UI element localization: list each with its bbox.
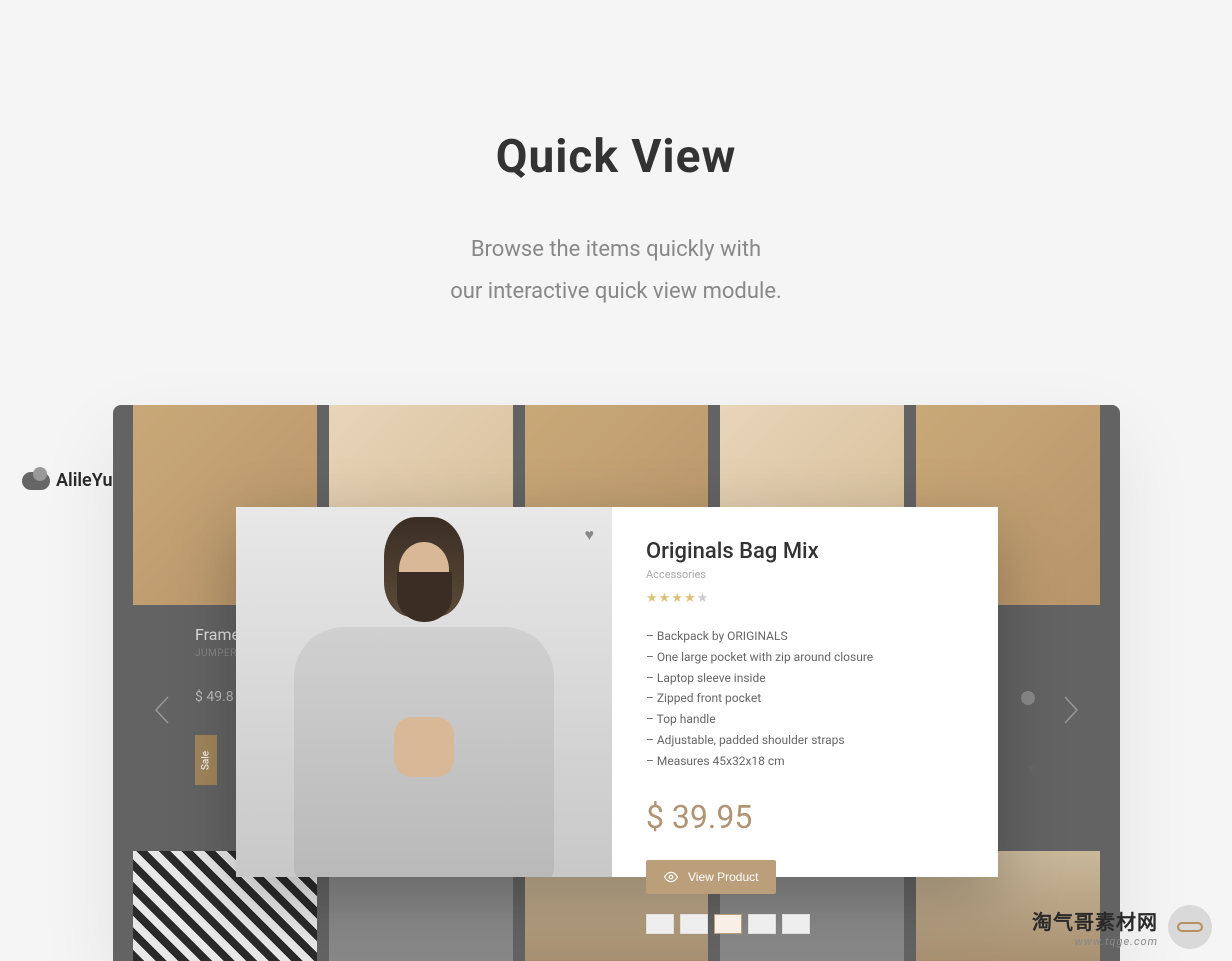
footer-url: www.tqge.com: [1032, 935, 1158, 948]
modal-details: Originals Bag Mix Accessories ★★★★★ – Ba…: [612, 507, 998, 877]
footer-brand: 淘气哥素材网: [1032, 906, 1158, 935]
modal-product-image: ♥: [236, 507, 612, 877]
feature-item: – Zipped front pocket: [646, 690, 964, 707]
feature-item: – Top handle: [646, 711, 964, 728]
thumbnail[interactable]: [680, 914, 708, 934]
sale-badge: Sale: [195, 735, 217, 785]
view-button-label: View Product: [688, 870, 758, 884]
quick-view-modal: ♥ Originals Bag Mix Accessories ★★★★★ – …: [236, 507, 998, 877]
thumbnail-row: [646, 914, 964, 934]
modal-product-category: Accessories: [646, 568, 964, 581]
model-figure: [284, 517, 564, 877]
feature-item: – One large pocket with zip around closu…: [646, 649, 964, 666]
brand-watermark: AlileYun: [22, 470, 123, 491]
star-icon: ★: [684, 591, 697, 606]
header-area: Quick View Browse the items quickly with…: [0, 0, 1232, 313]
star-icon: ★: [659, 591, 672, 606]
close-icon[interactable]: [1021, 691, 1035, 705]
favorite-icon[interactable]: ♥: [585, 525, 595, 545]
feature-item: – Laptop sleeve inside: [646, 670, 964, 687]
footer-watermark: 淘气哥素材网 www.tqge.com: [1032, 905, 1212, 949]
star-icon: ★: [697, 591, 710, 606]
wishlist-icon[interactable]: ♥: [1028, 761, 1035, 775]
modal-product-title: Originals Bag Mix: [646, 539, 964, 564]
page-subtitle: Browse the items quickly with our intera…: [0, 229, 1232, 313]
modal-price: $ 39.95: [646, 798, 964, 836]
feature-list: – Backpack by ORIGINALS – One large pock…: [646, 628, 964, 770]
thumbnail[interactable]: [646, 914, 674, 934]
feature-item: – Measures 45x32x18 cm: [646, 753, 964, 770]
carousel-next-icon[interactable]: [1060, 695, 1080, 725]
feature-item: – Adjustable, padded shoulder straps: [646, 732, 964, 749]
view-product-button[interactable]: View Product: [646, 860, 776, 894]
star-icon: ★: [646, 591, 659, 606]
glasses-icon: [1177, 922, 1203, 932]
thumbnail[interactable]: [748, 914, 776, 934]
eye-icon: [664, 870, 678, 884]
feature-item: – Backpack by ORIGINALS: [646, 628, 964, 645]
cloud-icon: [22, 472, 50, 490]
star-icon: ★: [671, 591, 684, 606]
subtitle-line-1: Browse the items quickly with: [471, 237, 761, 262]
footer-avatar-icon: [1168, 905, 1212, 949]
rating-stars: ★★★★★: [646, 591, 964, 606]
thumbnail[interactable]: [714, 914, 742, 934]
page-title: Quick View: [0, 130, 1232, 184]
thumbnail[interactable]: [782, 914, 810, 934]
subtitle-line-2: our interactive quick view module.: [450, 279, 782, 304]
carousel-prev-icon[interactable]: [153, 695, 173, 725]
